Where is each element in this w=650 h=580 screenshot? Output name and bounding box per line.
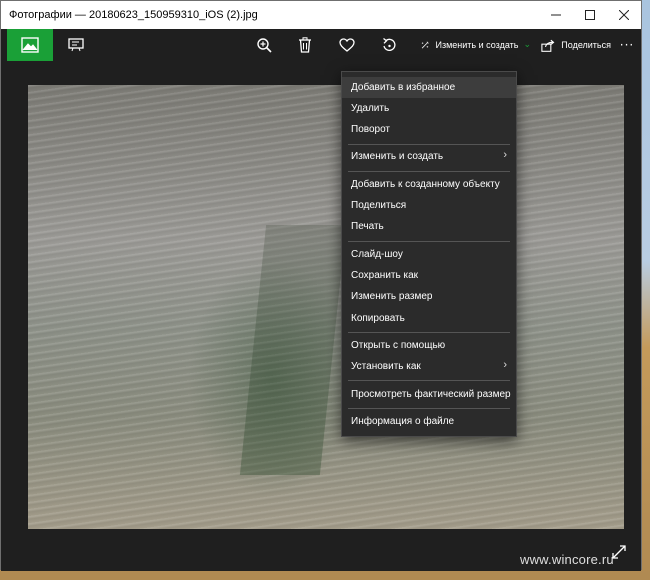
menu-separator	[348, 380, 510, 381]
rotate-button[interactable]	[378, 29, 400, 61]
share-button[interactable]: Поделиться	[541, 29, 611, 61]
menu-item-label: Сохранить как	[351, 270, 419, 281]
menu-item-label: Изменить и создать	[351, 151, 444, 162]
photo-image	[28, 85, 624, 529]
more-button[interactable]: ···	[617, 29, 637, 61]
watermark: www.wincore.ru	[520, 552, 614, 567]
zoom-button[interactable]	[253, 29, 275, 61]
menu-item-print[interactable]: Печать	[342, 216, 516, 237]
collection-button[interactable]	[7, 29, 53, 61]
menu-item-resize[interactable]: Изменить размер	[342, 286, 516, 307]
edit-create-button[interactable]: Изменить и создать ⌄	[421, 29, 531, 61]
menu-item-label: Установить как	[351, 361, 421, 372]
menu-item-label: Добавить в избранное	[351, 82, 456, 93]
chevron-right-icon: ›	[503, 359, 507, 371]
presentation-icon	[68, 38, 84, 52]
share-label: Поделиться	[561, 40, 611, 50]
zoom-in-icon	[257, 38, 272, 53]
menu-separator	[348, 144, 510, 145]
share-icon	[541, 39, 555, 52]
menu-separator	[348, 408, 510, 409]
menu-item-label: Добавить к созданному объекту	[351, 179, 500, 190]
trash-icon	[299, 37, 311, 53]
context-menu: Добавить в избранное Удалить Поворот Изм…	[341, 71, 517, 437]
menu-item-add-to-creation[interactable]: Добавить к созданному объекту	[342, 174, 516, 195]
menu-item-label: Поделиться	[351, 200, 407, 211]
menu-item-rotate[interactable]: Поворот	[342, 119, 516, 140]
more-icon: ···	[619, 38, 635, 52]
menu-item-label: Копировать	[351, 313, 405, 324]
title-bar: Фотографии — 20180623_150959310_iOS (2).…	[1, 1, 641, 29]
favorite-button[interactable]	[336, 29, 358, 61]
chevron-right-icon: ›	[503, 149, 507, 161]
heart-icon	[339, 38, 355, 52]
menu-item-label: Удалить	[351, 103, 390, 114]
menu-item-delete[interactable]: Удалить	[342, 98, 516, 119]
menu-item-set-as[interactable]: Установить как ›	[342, 356, 516, 377]
menu-item-edit-create[interactable]: Изменить и создать ›	[342, 146, 516, 167]
close-button[interactable]	[607, 1, 641, 29]
image-icon	[21, 37, 39, 53]
menu-item-share[interactable]: Поделиться	[342, 195, 516, 216]
maximize-button[interactable]	[573, 1, 607, 29]
chevron-down-icon: ⌄	[523, 40, 531, 50]
menu-item-label: Поворот	[351, 124, 390, 135]
menu-item-actual-size[interactable]: Просмотреть фактический размер	[342, 384, 516, 405]
slideshow-button[interactable]	[63, 29, 89, 61]
menu-item-label: Открыть с помощью	[351, 340, 446, 351]
menu-item-add-favorite[interactable]: Добавить в избранное	[342, 77, 516, 98]
menu-item-label: Просмотреть фактический размер	[351, 389, 511, 400]
maximize-icon	[585, 10, 595, 20]
delete-button[interactable]	[295, 29, 315, 61]
close-icon	[619, 10, 629, 20]
menu-item-file-info[interactable]: Информация о файле	[342, 411, 516, 432]
menu-item-copy[interactable]: Копировать	[342, 308, 516, 329]
menu-item-label: Слайд-шоу	[351, 249, 403, 260]
rotate-icon	[383, 37, 396, 51]
menu-separator	[348, 241, 510, 242]
menu-separator	[348, 332, 510, 333]
menu-separator	[348, 171, 510, 172]
menu-item-open-with[interactable]: Открыть с помощью	[342, 335, 516, 356]
app-toolbar: Изменить и создать ⌄ Поделиться ···	[1, 29, 641, 61]
menu-item-label: Изменить размер	[351, 291, 433, 302]
menu-item-slideshow[interactable]: Слайд-шоу	[342, 244, 516, 265]
edit-create-icon	[421, 41, 429, 49]
menu-item-label: Информация о файле	[351, 416, 455, 427]
menu-item-label: Печать	[351, 221, 384, 232]
menu-item-save-as[interactable]: Сохранить как	[342, 265, 516, 286]
window-title: Фотографии — 20180623_150959310_iOS (2).…	[9, 9, 258, 21]
edit-create-label: Изменить и создать	[435, 40, 519, 50]
minimize-button[interactable]	[539, 1, 573, 29]
photos-window: Фотографии — 20180623_150959310_iOS (2).…	[0, 0, 642, 571]
minimize-icon	[551, 14, 561, 16]
